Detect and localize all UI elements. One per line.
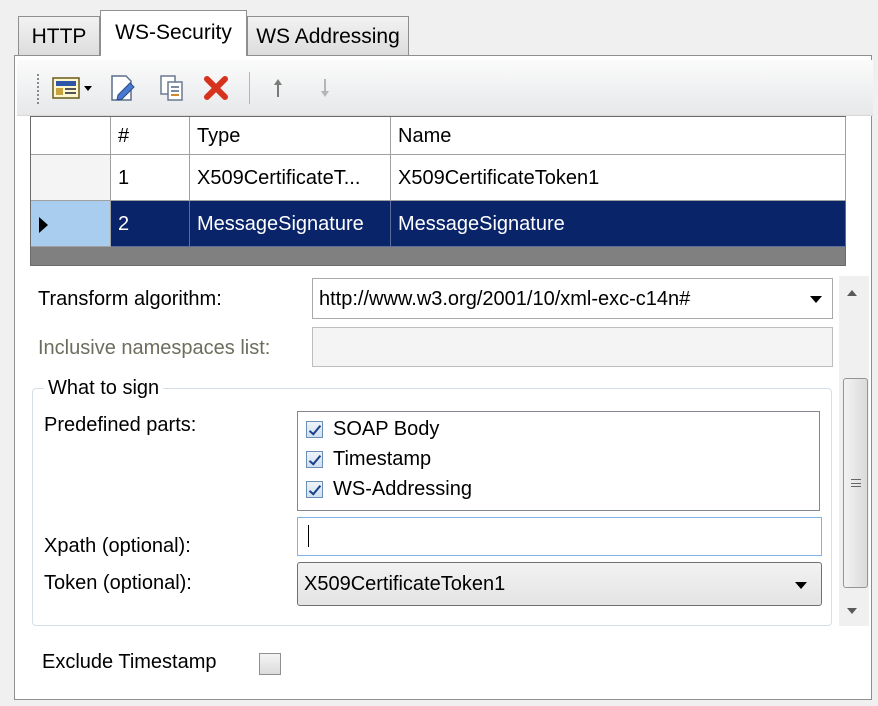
move-up-button[interactable] xyxy=(262,72,294,104)
grip-icon xyxy=(851,479,861,487)
scroll-up-icon[interactable] xyxy=(847,290,857,296)
token-label: Token (optional): xyxy=(44,572,192,594)
table-cell-number[interactable]: 1 xyxy=(111,155,190,201)
scrollbar-thumb[interactable] xyxy=(843,378,868,588)
text-caret xyxy=(308,525,309,547)
tab-http[interactable]: HTTP xyxy=(18,16,100,56)
vertical-scrollbar[interactable] xyxy=(839,276,869,626)
toolbar-grip[interactable] xyxy=(37,74,41,104)
inclusive-namespaces-label: Inclusive namespaces list: xyxy=(38,337,271,359)
table-cell-type[interactable]: X509CertificateT... xyxy=(190,155,391,201)
move-down-button[interactable] xyxy=(309,72,341,104)
add-dropdown-icon xyxy=(52,77,92,99)
table-cell-type[interactable]: MessageSignature xyxy=(190,201,391,247)
list-item-label: SOAP Body xyxy=(333,417,440,440)
grid-corner xyxy=(31,117,111,155)
move-up-icon xyxy=(274,79,282,97)
parts-grid: # Type Name 1 X509CertificateT... X509Ce… xyxy=(30,116,846,266)
xpath-input[interactable] xyxy=(297,517,822,556)
edit-button[interactable] xyxy=(106,72,138,104)
copy-icon xyxy=(160,75,183,101)
chevron-down-icon xyxy=(810,296,822,303)
row-header-selected[interactable] xyxy=(31,201,111,247)
move-down-icon xyxy=(321,79,329,97)
delete-button[interactable] xyxy=(200,72,232,104)
tab-ws-security[interactable]: WS-Security xyxy=(100,10,247,56)
copy-button[interactable] xyxy=(156,72,188,104)
token-value: X509CertificateToken1 xyxy=(304,573,506,595)
list-item[interactable]: WS-Addressing xyxy=(306,475,472,503)
list-item[interactable]: Timestamp xyxy=(306,445,431,473)
token-select[interactable]: X509CertificateToken1 xyxy=(297,562,822,606)
transform-algorithm-label: Transform algorithm: xyxy=(38,288,222,310)
list-item-label: WS-Addressing xyxy=(333,477,472,500)
table-cell-name[interactable]: MessageSignature xyxy=(391,201,846,247)
what-to-sign-legend: What to sign xyxy=(44,377,164,400)
inclusive-namespaces-input xyxy=(312,327,833,367)
toolbar xyxy=(17,60,873,116)
checkbox-checked[interactable] xyxy=(306,480,323,498)
edit-icon xyxy=(111,75,135,101)
table-cell-number[interactable]: 2 xyxy=(111,201,190,247)
checkbox-checked[interactable] xyxy=(306,450,323,468)
row-header[interactable] xyxy=(31,155,111,201)
predefined-parts-list: SOAP Body Timestamp WS-Addressing xyxy=(297,411,820,511)
delete-icon xyxy=(204,76,228,100)
column-header-number[interactable]: # xyxy=(111,117,190,155)
column-header-name[interactable]: Name xyxy=(391,117,846,155)
list-item-label: Timestamp xyxy=(333,447,432,470)
exclude-timestamp-checkbox[interactable] xyxy=(259,653,281,675)
column-header-type[interactable]: Type xyxy=(190,117,391,155)
current-row-arrow-icon xyxy=(39,217,48,233)
transform-algorithm-value: http://www.w3.org/2001/10/xml-exc-c14n# xyxy=(319,288,691,310)
predefined-parts-label: Predefined parts: xyxy=(44,414,197,436)
tab-strip: HTTP WS-Security WS Addressing xyxy=(0,0,878,58)
chevron-down-icon xyxy=(795,582,807,589)
add-dropdown-button[interactable] xyxy=(50,72,96,104)
list-item[interactable]: SOAP Body xyxy=(306,415,439,443)
checkbox-checked[interactable] xyxy=(306,420,323,438)
exclude-timestamp-label: Exclude Timestamp xyxy=(42,651,217,673)
transform-algorithm-select[interactable]: http://www.w3.org/2001/10/xml-exc-c14n# xyxy=(312,278,833,319)
scroll-down-icon[interactable] xyxy=(847,608,857,614)
toolbar-separator xyxy=(249,72,250,104)
tab-ws-addressing[interactable]: WS Addressing xyxy=(247,16,409,56)
xpath-label: Xpath (optional): xyxy=(44,535,191,557)
table-cell-name[interactable]: X509CertificateToken1 xyxy=(391,155,846,201)
